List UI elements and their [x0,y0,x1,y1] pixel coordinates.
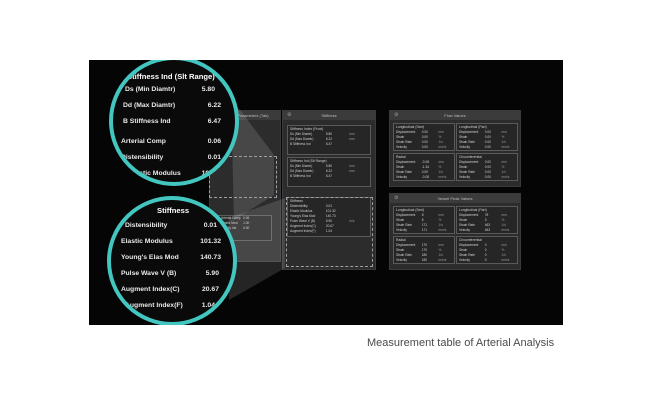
zoom-bottom-header: Stiffness [157,206,190,215]
zoom-bottom-row: Augment Index(F) 1.04 [125,302,215,309]
zoom-top-row: B Stiffness Ind 6.47 [123,118,221,125]
zoom-top-row: Ds (Min Diamtr) 5.80 [125,86,215,93]
zoom-bottom-row: Elastic Modulus 101.32 [121,238,221,245]
zoom-circle-top: Stiffness Ind (Slt Range) Ds (Min Diamtr… [109,60,239,186]
zoom-top-row: Dd (Max Diamtr) 6.22 [123,102,221,109]
zoom-top-row: Elastic Modulus 100 [129,170,213,177]
zoom-bottom-row: Pulse Wave V (B) 5.90 [121,270,219,277]
zoom-top-header: Stiffness Ind (Slt Range) [127,72,215,81]
zoom-circle-bottom: Stiffness Distensibility 0.01 Elastic Mod… [107,196,237,325]
zoom-top-row: Distensibility 0.01 [121,154,221,161]
zoom-bottom-row: Augment Index(C) 20.67 [121,286,219,293]
zoom-bottom-row: Young's Elas Mod 140.73 [121,254,221,261]
app-screenshot: Stiffness Parameters (Tab) Arterial Comp… [89,60,563,325]
zoom-bottom-row: Distensibility 0.01 [125,222,217,229]
highlight-box-stiffness [286,197,373,267]
zoom-top-row: Arterial Comp 0.06 [121,138,221,145]
figure-caption: Measurement table of Arterial Analysis [367,337,555,349]
